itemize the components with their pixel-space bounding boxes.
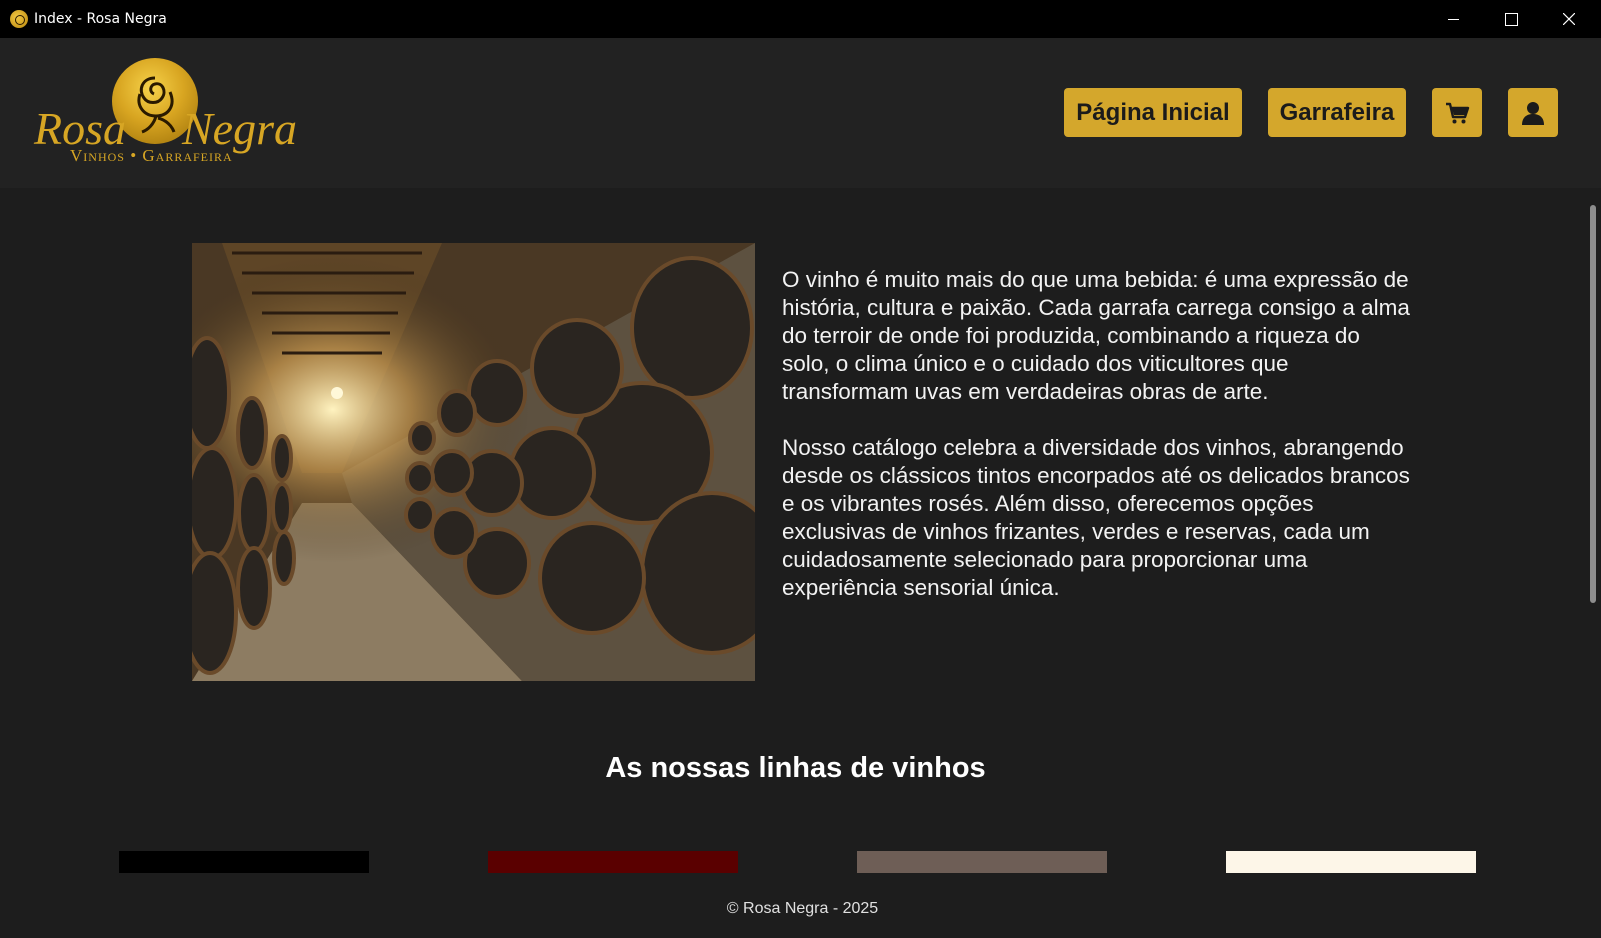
wine-line-swatch-brown[interactable] [857,851,1107,873]
vertical-scrollbar[interactable] [1590,205,1596,603]
brand-logo[interactable]: Rosa Negra Vinhos • Garrafeira [34,58,297,170]
brand-tagline: Vinhos • Garrafeira [70,146,233,165]
close-icon [1563,13,1575,25]
intro-text: O vinho é muito mais do que uma bebida: … [782,266,1412,630]
window-title: Index - Rosa Negra [34,11,167,27]
site-header: Rosa Negra Vinhos • Garrafeira Página In… [0,38,1601,188]
minimize-button[interactable] [1424,0,1482,38]
close-button[interactable] [1540,0,1598,38]
app-window: Index - Rosa Negra Rosa Negra Vinhos • G… [0,0,1601,938]
wine-line-swatch-black[interactable] [119,851,369,873]
wine-line-swatch-cream[interactable] [1226,851,1476,873]
wine-lines-heading: As nossas linhas de vinhos [0,752,1601,785]
title-bar: Index - Rosa Negra [0,0,1601,38]
app-rose-icon [10,10,28,28]
nav-garrafeira-button[interactable]: Garrafeira [1268,88,1406,137]
maximize-button[interactable] [1482,0,1540,38]
intro-paragraph-2: Nosso catálogo celebra a diversidade dos… [782,435,1410,600]
intro-paragraph-1: O vinho é muito mais do que uma bebida: … [782,267,1410,404]
nav-home-button[interactable]: Página Inicial [1064,88,1242,137]
wine-cellar-image [192,243,755,681]
cart-button[interactable] [1432,88,1482,137]
account-button[interactable] [1508,88,1558,137]
wine-lines-title: As nossas linhas de vinhos [605,752,986,784]
user-icon [1522,101,1544,125]
copyright-text: © Rosa Negra - 2025 [726,900,879,917]
cart-icon [1446,102,1470,123]
site-footer: © Rosa Negra - 2025 [0,900,1601,918]
wine-line-swatch-red[interactable] [488,851,738,873]
